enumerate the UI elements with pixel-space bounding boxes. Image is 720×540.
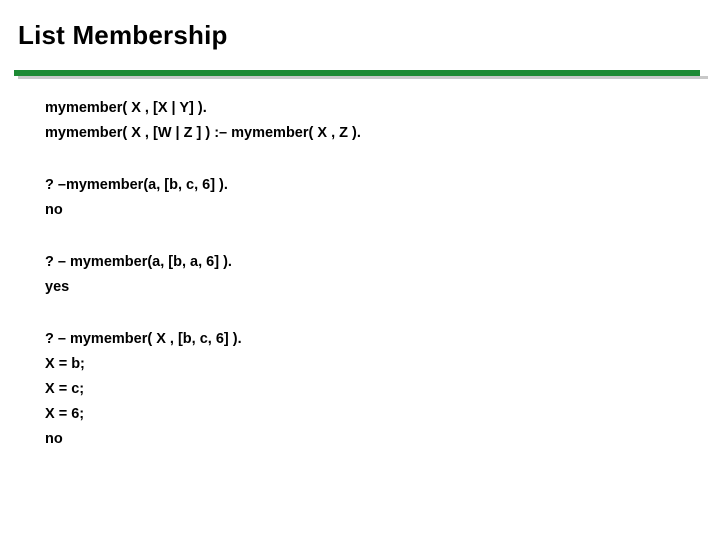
slide: List Membership mymember( X , [X | Y] ).… <box>0 0 720 540</box>
code-group-query-yes: ? – mymember(a, [b, a, 6] ). yes <box>45 250 685 300</box>
code-group-definition: mymember( X , [X | Y] ). mymember( X , [… <box>45 96 685 146</box>
code-line: yes <box>45 279 70 295</box>
title-divider <box>14 70 708 80</box>
code-line: ? –mymember(a, [b, c, 6] ). <box>45 177 228 193</box>
code-group-query-no: ? –mymember(a, [b, c, 6] ). no <box>45 173 685 223</box>
code-group-query-bindings: ? – mymember( X , [b, c, 6] ). X = b; X … <box>45 327 685 452</box>
code-line: ? – mymember( X , [b, c, 6] ). <box>45 331 242 347</box>
divider-shadow <box>18 76 708 79</box>
code-line: X = c; <box>45 381 85 397</box>
code-line: mymember( X , [X | Y] ). <box>45 100 207 116</box>
code-line: no <box>45 431 63 447</box>
code-line: mymember( X , [W | Z ] ) :– mymember( X … <box>45 125 361 141</box>
code-line: no <box>45 202 63 218</box>
code-line: ? – mymember(a, [b, a, 6] ). <box>45 254 232 270</box>
code-line: X = b; <box>45 356 85 372</box>
slide-body: mymember( X , [X | Y] ). mymember( X , [… <box>45 96 685 452</box>
code-line: X = 6; <box>45 406 85 422</box>
page-title: List Membership <box>18 20 228 50</box>
